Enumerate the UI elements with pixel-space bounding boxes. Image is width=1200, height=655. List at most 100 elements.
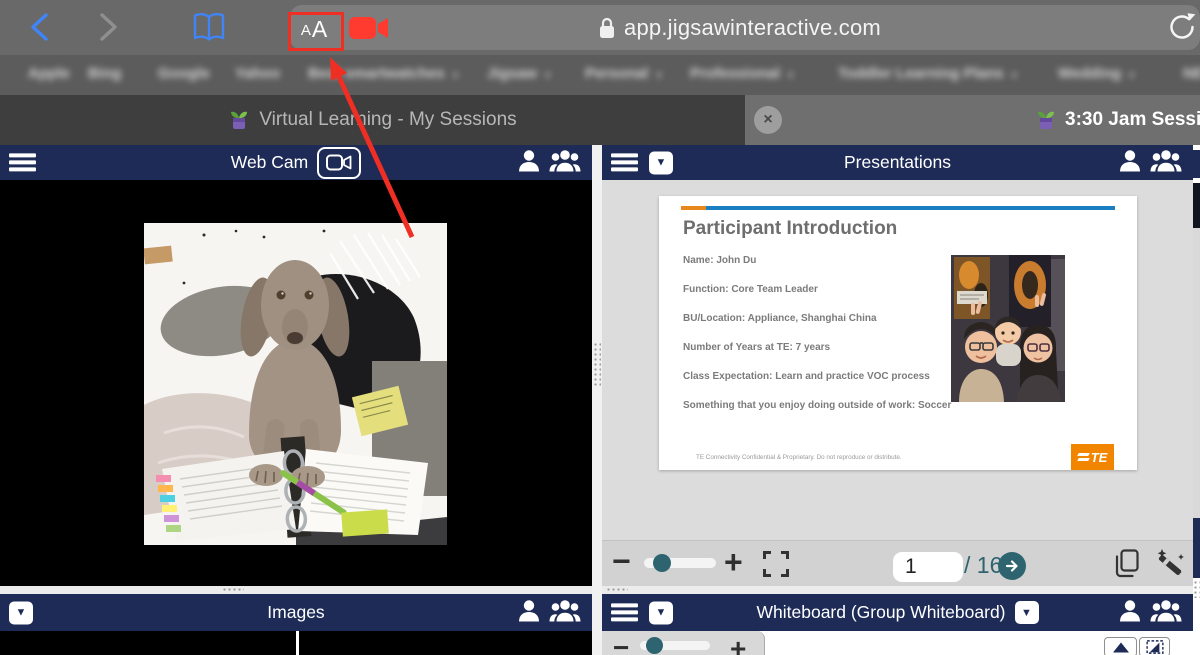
participant-icon[interactable] [518,148,540,177]
bookmark-folder[interactable]: Wedding∨ [1058,65,1135,82]
refresh-button[interactable] [1166,11,1198,48]
chevron-down-icon: ∨ [787,70,794,81]
slide-footer-disclaimer: TE Connectivity Confidential & Proprieta… [696,454,902,461]
participants-group-icon[interactable] [548,598,582,627]
bookmark-folder[interactable]: Toddler Learning Plans∨ [838,65,1018,82]
video-camera-icon [326,154,352,171]
annotation-highlight-box [288,12,344,51]
next-page-button[interactable] [998,552,1026,580]
splitter-grip[interactable] [1193,580,1200,598]
app-root: AA app.jigsawinteractive.com Apple Bing … [0,0,1200,655]
te-logo: TE [1071,444,1114,470]
zoom-slider-thumb[interactable] [646,637,663,654]
images-content [0,631,592,655]
whiteboard-panel-title: Whiteboard (Group Whiteboard) [757,602,1006,623]
page-number-input[interactable] [893,552,963,582]
slide-line: Class Expectation: Learn and practice VO… [683,371,930,382]
presentations-panel-header: ▼ Presentations [602,145,1193,180]
fullscreen-icon [763,551,789,577]
whiteboard-select-dropdown[interactable]: ▼ [1015,601,1039,624]
fullscreen-button[interactable] [763,551,789,582]
slide-line: Function: Core Team Leader [683,284,818,295]
scroll-up-button[interactable] [1104,637,1137,655]
slide-accent-bar [681,206,1115,210]
chevron-down-icon: ∨ [452,70,459,81]
zoom-in-button[interactable]: + [724,544,743,581]
bookmarks-bar: Apple Bing Google Yahoo Best smartwatche… [0,55,1200,95]
whiteboard-panel-header: ▼ Whiteboard (Group Whiteboard) ▼ [602,594,1193,631]
tab-title: 3:30 Jam Session [1065,109,1200,131]
strip-panel-sliver [1193,518,1200,578]
scrollbar-thumb[interactable] [1193,183,1200,228]
book-icon [192,11,226,43]
participant-icon[interactable] [1119,598,1141,627]
annotate-wand-button[interactable] [1155,548,1185,583]
participants-group-icon[interactable] [1149,598,1183,627]
zoom-out-button[interactable]: − [612,543,631,580]
arrow-up-icon [1112,642,1130,653]
zoom-in-button[interactable]: + [730,633,746,655]
zoom-slider-thumb[interactable] [653,554,671,572]
bookmark-item[interactable]: NETF [1183,65,1200,82]
copy-icon [1115,549,1139,578]
slide-title: Participant Introduction [683,218,897,240]
horizontal-splitter[interactable] [602,586,1193,594]
tab-close-button[interactable]: × [754,106,782,134]
slide-line: BU/Location: Appliance, Shanghai China [683,313,877,324]
bookmarks-button[interactable] [192,10,226,44]
slide-family-photo [951,255,1065,402]
chevron-down-icon: ∨ [1128,70,1135,81]
webcam-photo-dog-with-binder [144,223,447,545]
back-icon [27,11,51,43]
scrollbar-track[interactable] [1193,228,1200,518]
tab-jam-session[interactable]: 3:30 Jam Session [745,95,1200,145]
images-panel-header: ▼ Images [0,594,592,631]
webcam-badge-button[interactable] [317,147,361,179]
arrow-right-icon [1005,559,1019,573]
slide-line: Something that you enjoy doing outside o… [683,400,951,411]
whiteboard-toolbar: − + [602,631,765,655]
whiteboard-content: − + [602,631,1193,655]
webcam-video-area [0,180,592,586]
image-cell-divider [296,631,299,655]
splitter-grip[interactable] [606,587,628,593]
pan-selection-icon [1145,640,1165,654]
tab-virtual-learning[interactable]: Virtual Learning - My Sessions [0,95,745,145]
bookmark-folder[interactable]: Jigsaw∨ [487,65,551,82]
horizontal-splitter[interactable] [0,586,592,594]
images-panel-title: Images [267,602,324,623]
splitter-grip[interactable] [593,342,601,388]
bookmark-item[interactable]: Bing [88,65,121,82]
vertical-splitter[interactable] [592,145,602,655]
chevron-down-icon: ▼ [1021,607,1032,619]
participant-icon[interactable] [1119,148,1141,177]
presentation-slide: Participant Introduction Name: John Du F… [659,196,1137,470]
slide-line: Name: John Du [683,255,756,266]
te-logo-bars [1078,452,1089,463]
participants-group-icon[interactable] [1149,148,1183,177]
bookmark-folder[interactable]: Professional∨ [690,65,794,82]
participants-group-icon[interactable] [548,148,582,177]
right-scroll-strip [1193,145,1200,655]
forward-button[interactable] [92,10,126,44]
bookmark-item[interactable]: Google [158,65,210,82]
bookmark-item[interactable]: Apple [28,65,70,82]
browser-toolbar: AA app.jigsawinteractive.com [0,0,1200,55]
bookmark-folder[interactable]: Personal∨ [585,65,663,82]
webcam-panel-title: Web Cam [231,152,308,173]
tab-bar: Virtual Learning - My Sessions 3:30 Jam … [0,95,1200,145]
participant-icon[interactable] [518,598,540,627]
slide-line: Number of Years at TE: 7 years [683,342,830,353]
pan-tool-button[interactable] [1139,637,1170,655]
splitter-grip[interactable] [222,587,244,593]
lock-icon [599,17,615,39]
zoom-out-button[interactable]: − [613,632,629,655]
copy-pages-button[interactable] [1115,549,1139,583]
url-text: app.jigsawinteractive.com [624,15,881,41]
bookmark-folder[interactable]: Best smartwatches∨ [308,65,459,82]
presentation-viewer: Participant Introduction Name: John Du F… [602,180,1193,540]
back-button[interactable] [22,10,56,44]
page-total: / 16 [964,552,1002,579]
presentation-toolbar: − + / 16 [602,540,1193,587]
bookmark-item[interactable]: Yahoo [235,65,280,82]
